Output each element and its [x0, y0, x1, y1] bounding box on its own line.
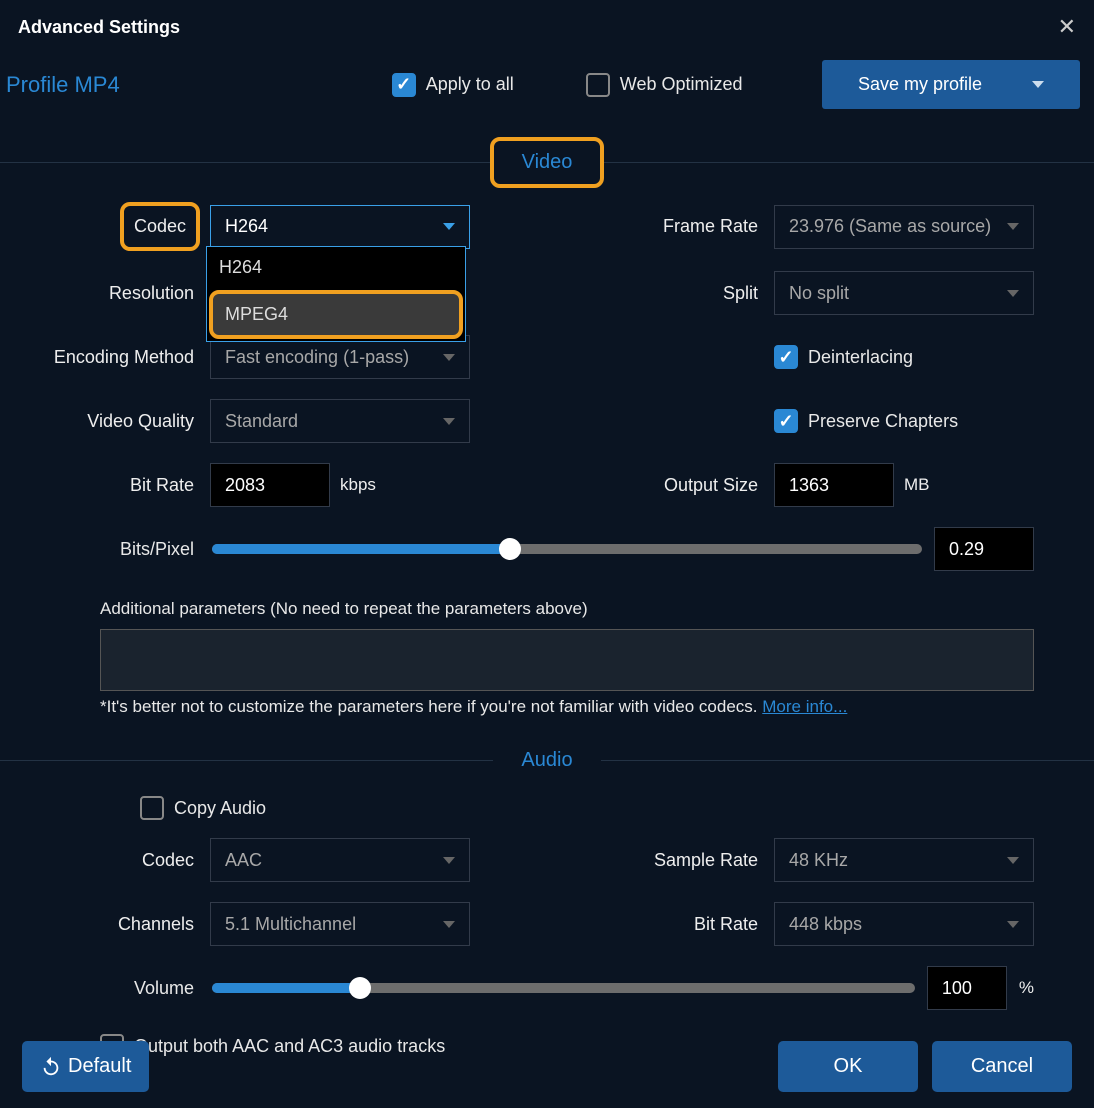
chevron-down-icon	[1032, 81, 1044, 88]
cancel-button[interactable]: Cancel	[932, 1041, 1072, 1092]
web-optimized-label: Web Optimized	[620, 74, 743, 95]
additional-params-input[interactable]	[100, 629, 1034, 691]
split-label: Split	[480, 283, 764, 304]
video-codec-dropdown: H264 MPEG4	[206, 246, 466, 342]
video-codec-select[interactable]: H264	[210, 205, 470, 249]
chevron-down-icon	[1007, 921, 1019, 928]
chevron-down-icon	[1007, 857, 1019, 864]
apply-to-all-checkbox[interactable]: ✓	[392, 73, 416, 97]
resolution-label: Resolution	[0, 283, 200, 304]
web-optimized-checkbox[interactable]	[586, 73, 610, 97]
audio-bitrate-label: Bit Rate	[480, 914, 764, 935]
chevron-down-icon	[443, 354, 455, 361]
split-select[interactable]: No split	[774, 271, 1034, 315]
apply-to-all-label: Apply to all	[426, 74, 514, 95]
channels-select[interactable]: 5.1 Multichannel	[210, 902, 470, 946]
default-button[interactable]: Default	[22, 1041, 149, 1092]
video-quality-label: Video Quality	[0, 411, 200, 432]
chevron-down-icon	[1007, 290, 1019, 297]
volume-slider[interactable]	[212, 983, 915, 993]
copy-audio-label: Copy Audio	[174, 798, 266, 819]
preserve-chapters-checkbox[interactable]: ✓	[774, 409, 798, 433]
volume-unit: %	[1019, 978, 1034, 998]
bits-per-pixel-value[interactable]: 0.29	[934, 527, 1034, 571]
chevron-down-icon	[443, 223, 455, 230]
audio-section-header: Audio	[493, 739, 600, 782]
output-size-unit: MB	[904, 475, 930, 495]
copy-audio-checkbox[interactable]	[140, 796, 164, 820]
sample-rate-label: Sample Rate	[480, 850, 764, 871]
chevron-down-icon	[443, 921, 455, 928]
save-profile-button[interactable]: Save my profile	[822, 60, 1080, 109]
bits-per-pixel-slider[interactable]	[212, 544, 922, 554]
audio-bitrate-select[interactable]: 448 kbps	[774, 902, 1034, 946]
dialog-title: Advanced Settings	[18, 17, 180, 38]
deinterlacing-checkbox[interactable]: ✓	[774, 345, 798, 369]
video-quality-select[interactable]: Standard	[210, 399, 470, 443]
video-bitrate-label: Bit Rate	[0, 475, 200, 496]
encoding-method-label: Encoding Method	[0, 347, 200, 368]
bits-per-pixel-label: Bits/Pixel	[38, 539, 200, 560]
close-icon[interactable]: ✕	[1058, 14, 1076, 40]
profile-name: Profile MP4	[6, 72, 120, 98]
params-tip-text: *It's better not to customize the parame…	[100, 697, 758, 716]
audio-codec-select[interactable]: AAC	[210, 838, 470, 882]
framerate-label: Frame Rate	[480, 216, 764, 237]
codec-option-mpeg4[interactable]: MPEG4	[209, 290, 463, 339]
channels-label: Channels	[0, 914, 200, 935]
output-size-label: Output Size	[480, 475, 764, 496]
video-section-header: Video	[490, 137, 605, 188]
chevron-down-icon	[1007, 223, 1019, 230]
ok-button[interactable]: OK	[778, 1041, 918, 1092]
volume-label: Volume	[38, 978, 200, 999]
sample-rate-select[interactable]: 48 KHz	[774, 838, 1034, 882]
undo-icon	[40, 1056, 62, 1078]
audio-codec-label: Codec	[0, 850, 200, 871]
output-size-input[interactable]: 1363	[774, 463, 894, 507]
preserve-chapters-label: Preserve Chapters	[808, 411, 958, 432]
chevron-down-icon	[443, 857, 455, 864]
codec-option-h264[interactable]: H264	[207, 247, 465, 288]
video-bitrate-input[interactable]: 2083	[210, 463, 330, 507]
chevron-down-icon	[443, 418, 455, 425]
framerate-select[interactable]: 23.976 (Same as source)	[774, 205, 1034, 249]
additional-params-label: Additional parameters (No need to repeat…	[100, 599, 1034, 619]
volume-value[interactable]: 100	[927, 966, 1007, 1010]
more-info-link[interactable]: More info...	[762, 697, 847, 716]
video-bitrate-unit: kbps	[340, 475, 376, 495]
codec-label: Codec	[120, 202, 200, 251]
deinterlacing-label: Deinterlacing	[808, 347, 913, 368]
